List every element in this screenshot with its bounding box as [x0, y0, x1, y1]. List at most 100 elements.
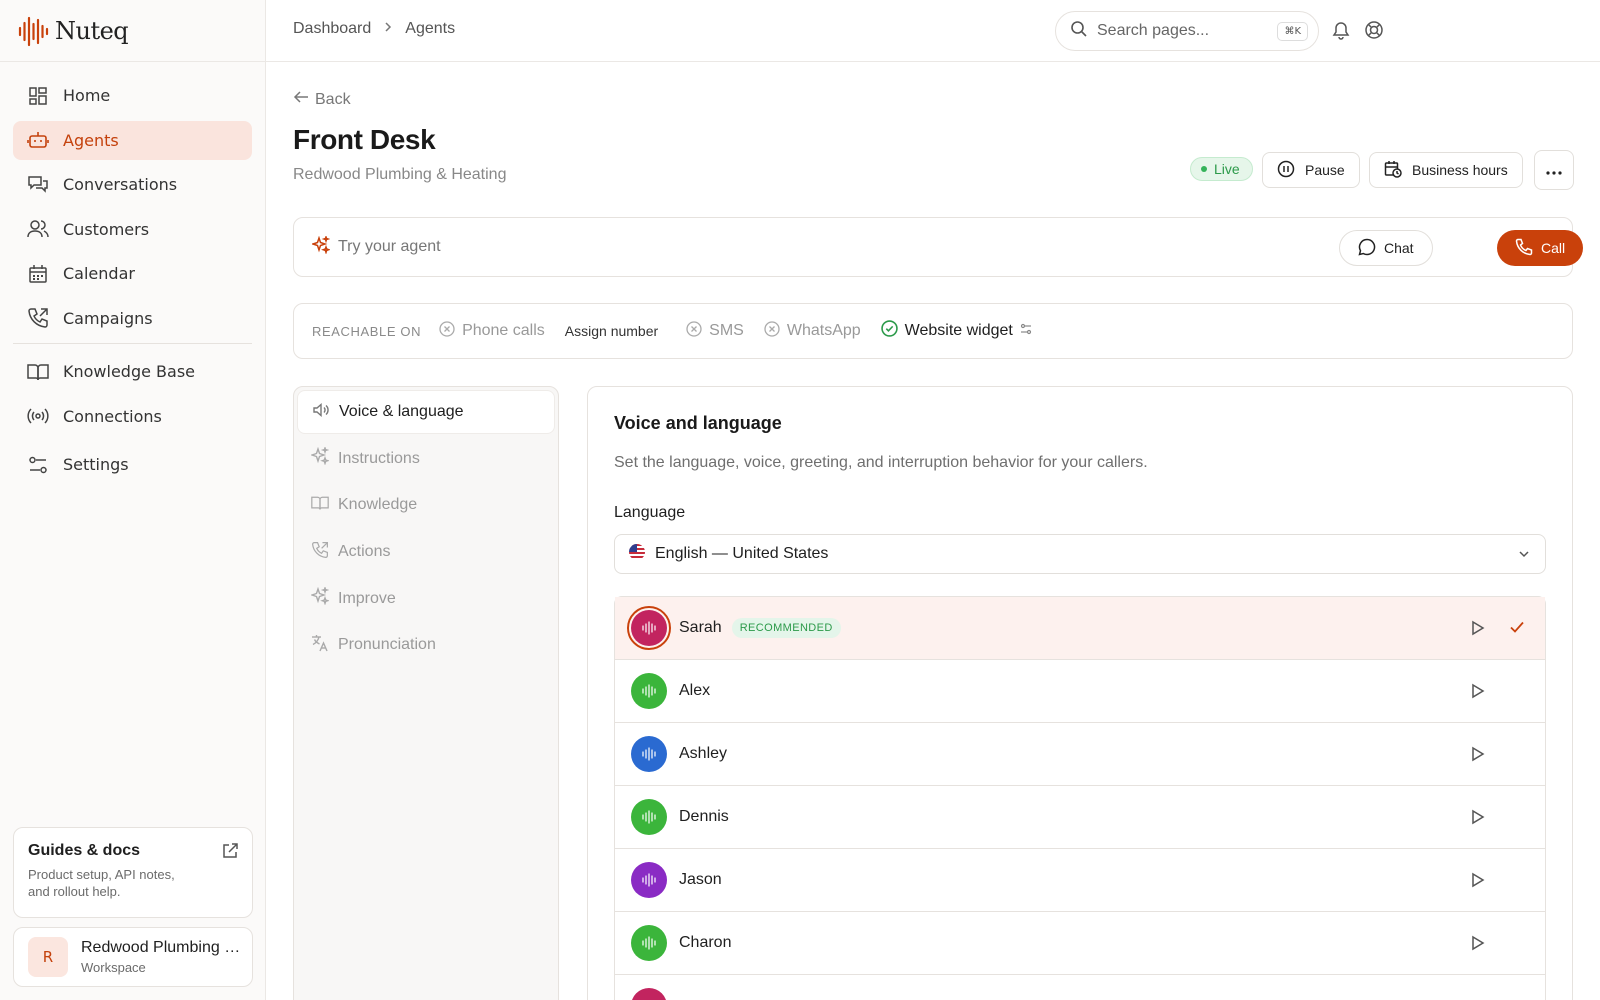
- help-lifebuoy-icon[interactable]: [1364, 20, 1384, 44]
- sidebar-item-label: Conversations: [63, 175, 178, 194]
- sidebar-item-connections[interactable]: Connections: [13, 397, 252, 436]
- sidebar-item-customers[interactable]: Customers: [13, 210, 252, 249]
- channel-label: Phone calls: [462, 322, 545, 339]
- play-icon[interactable]: [1471, 746, 1485, 765]
- sidebar-item-knowledge-base[interactable]: Knowledge Base: [13, 352, 252, 391]
- tab-label: Improve: [338, 589, 396, 607]
- chat-bubbles-icon: [27, 174, 49, 196]
- voice-avatar: [631, 988, 667, 1000]
- chevron-right-icon: [383, 20, 393, 38]
- tab-voice-language[interactable]: Voice & language: [297, 390, 555, 434]
- channel-phone-calls[interactable]: Phone calls: [439, 320, 545, 342]
- channel-label: SMS: [709, 322, 744, 339]
- grid-icon: [27, 85, 49, 107]
- language-select[interactable]: English — United States: [614, 534, 1546, 574]
- call-button[interactable]: Call: [1497, 230, 1584, 266]
- channel-whatsapp[interactable]: WhatsApp: [764, 320, 861, 342]
- play-icon[interactable]: [1471, 935, 1485, 954]
- back-label: Back: [315, 90, 351, 108]
- settings-sliders-icon[interactable]: [1020, 322, 1032, 340]
- phone-outgoing-icon: [311, 541, 329, 564]
- play-icon[interactable]: [1471, 683, 1485, 702]
- search-placeholder: Search pages...: [1097, 22, 1210, 39]
- recommended-badge: RECOMMENDED: [731, 618, 841, 638]
- play-icon[interactable]: [1471, 620, 1485, 639]
- sidebar-item-settings[interactable]: Settings: [13, 445, 252, 484]
- business-hours-label: Business hours: [1412, 162, 1508, 178]
- tab-label: Knowledge: [338, 496, 418, 514]
- tab-label: Pronunciation: [338, 636, 436, 654]
- sidebar-item-calendar[interactable]: Calendar: [13, 254, 252, 293]
- main-nav: Home Agents Conversations Customers Cale…: [0, 62, 265, 484]
- sidebar-item-conversations[interactable]: Conversations: [13, 165, 252, 204]
- sidebar-item-home[interactable]: Home: [13, 76, 252, 115]
- tab-improve[interactable]: Improve: [297, 577, 555, 621]
- ellipsis-icon: [1546, 162, 1562, 178]
- voice-option-dennis[interactable]: Dennis: [615, 786, 1545, 849]
- language-value: English — United States: [655, 545, 829, 562]
- tab-instructions[interactable]: Instructions: [297, 437, 555, 481]
- status-badge: Live: [1190, 157, 1253, 181]
- reachable-on-label: REACHABLE ON: [312, 323, 422, 339]
- workspace-switcher[interactable]: R Redwood Plumbing & Heating Workspace: [13, 927, 253, 987]
- guides-card[interactable]: Guides & docs Product setup, API notes, …: [13, 827, 253, 918]
- tab-actions[interactable]: Actions: [297, 530, 555, 574]
- chevron-down-icon: [1517, 547, 1531, 566]
- workspace-sub: Workspace: [81, 960, 146, 975]
- sidebar-item-campaigns[interactable]: Campaigns: [13, 299, 252, 338]
- voice-avatar: [631, 673, 667, 709]
- tab-knowledge[interactable]: Knowledge: [297, 483, 555, 527]
- play-icon[interactable]: [1471, 809, 1485, 828]
- status-label: Live: [1214, 161, 1240, 177]
- live-dot-icon: [1201, 166, 1207, 172]
- speaker-icon: [312, 401, 330, 424]
- search-icon: [1070, 20, 1088, 42]
- assign-number-link[interactable]: Assign number: [565, 323, 658, 339]
- broadcast-icon: [27, 405, 49, 427]
- phone-outgoing-icon: [27, 307, 49, 329]
- guides-desc: Product setup, API notes, and rollout he…: [28, 867, 175, 899]
- voice-name: Alex: [679, 682, 711, 699]
- voice-option-ashley[interactable]: Ashley: [615, 723, 1545, 786]
- tab-pronunciation[interactable]: Pronunciation: [297, 623, 555, 667]
- sidebar-item-label: Calendar: [63, 264, 135, 283]
- arrow-left-icon: [293, 90, 309, 109]
- voice-option-alex[interactable]: Alex: [615, 660, 1545, 723]
- robot-icon: [27, 129, 49, 151]
- agent-settings-nav: Voice & language Instructions Knowledge …: [293, 386, 559, 1000]
- breadcrumb-dashboard[interactable]: Dashboard: [293, 20, 371, 38]
- external-link-icon[interactable]: [221, 842, 239, 864]
- voice-option-sarah[interactable]: Sarah RECOMMENDED: [615, 597, 1545, 660]
- back-link[interactable]: Back: [293, 90, 351, 109]
- breadcrumb-agents[interactable]: Agents: [405, 20, 455, 38]
- business-hours-button[interactable]: Business hours: [1369, 152, 1523, 188]
- voice-language-panel: Voice and language Set the language, voi…: [587, 386, 1573, 1000]
- bell-icon[interactable]: [1331, 20, 1351, 44]
- sidebar-item-agents[interactable]: Agents: [13, 120, 252, 160]
- voice-option-jason[interactable]: Jason: [615, 849, 1545, 912]
- chat-button[interactable]: Chat: [1339, 230, 1433, 266]
- voice-name: Dennis: [679, 808, 729, 825]
- voice-option-charon[interactable]: Charon: [615, 912, 1545, 975]
- chat-bubble-icon: [1358, 238, 1376, 259]
- search-input[interactable]: Search pages... ⌘K: [1055, 11, 1319, 51]
- try-agent-card: Try your agent Chat Call: [293, 217, 1584, 277]
- play-icon[interactable]: [1471, 872, 1485, 891]
- channel-website-widget[interactable]: Website widget: [880, 320, 1032, 342]
- channel-sms[interactable]: SMS: [686, 320, 744, 342]
- logo[interactable]: Nuteq: [0, 0, 265, 62]
- check-circle-icon: [880, 320, 898, 342]
- us-flag-icon: [629, 543, 645, 565]
- more-options-button[interactable]: [1534, 150, 1574, 190]
- calendar-clock-icon: [1384, 160, 1402, 181]
- page-subtitle: Redwood Plumbing & Heating: [293, 166, 507, 183]
- voice-name: Sarah: [679, 619, 722, 636]
- voice-avatar: [631, 799, 667, 835]
- try-agent-label: Try your agent: [338, 238, 441, 255]
- users-icon: [27, 218, 49, 240]
- sidebar-item-label: Connections: [63, 406, 162, 426]
- voice-option-partial[interactable]: [615, 975, 1545, 1000]
- voice-avatar: [631, 862, 667, 898]
- nav-divider: [13, 343, 252, 344]
- pause-button[interactable]: Pause: [1262, 152, 1360, 188]
